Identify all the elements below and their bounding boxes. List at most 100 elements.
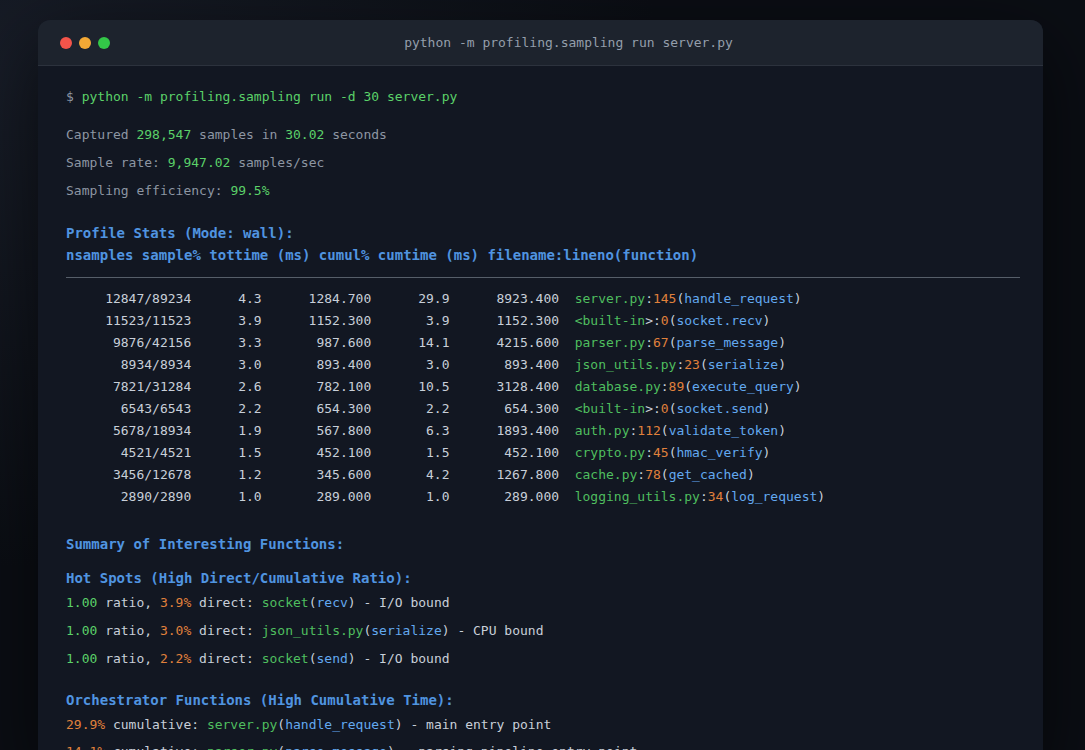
orchestrator-item: 14.1% cumulative: parser.py(parse_messag… (66, 741, 1043, 750)
orchestrator-item: 29.9% cumulative: server.py(handle_reque… (66, 714, 1043, 736)
lineno: 145 (653, 291, 676, 306)
window-title: python -m profiling.sampling run server.… (110, 35, 1027, 50)
sample-rate-line: Sample rate: 9,947.02 samples/sec (66, 152, 1043, 174)
table-row: 5678/189341.9567.8006.31893.400auth.py:1… (66, 420, 1043, 442)
cumulative-pct: 14.1% (66, 744, 105, 750)
nsamples-cell: 6543/6543 (66, 398, 191, 420)
cumtime-cell: 1152.300 (449, 310, 559, 332)
tottime-cell: 1152.300 (262, 310, 372, 332)
profile-stats-heading: Profile Stats (Mode: wall): (66, 222, 1043, 244)
cumul-pct-cell: 3.0 (371, 354, 449, 376)
direct-pct: 3.9% (160, 595, 191, 610)
table-row: 8934/89343.0893.4003.0893.400json_utils.… (66, 354, 1043, 376)
tottime-cell: 654.300 (262, 398, 372, 420)
sample-pct-cell: 1.0 (191, 486, 261, 508)
traffic-lights (60, 37, 110, 49)
tottime-cell: 345.600 (262, 464, 372, 486)
prompt: $ (66, 89, 82, 104)
cumtime-cell: 1267.800 (449, 464, 559, 486)
cumtime-cell: 8923.400 (449, 288, 559, 310)
sample-pct-cell: 3.9 (191, 310, 261, 332)
table-row: 7821/312842.6782.10010.53128.400database… (66, 376, 1043, 398)
function-name: parse_message (285, 744, 387, 750)
function-name: execute_query (692, 379, 794, 394)
direct-pct: 2.2% (160, 651, 191, 666)
ratio-value: 1.00 (66, 623, 97, 638)
nsamples-cell: 9876/42156 (66, 332, 191, 354)
cumul-pct-cell: 6.3 (371, 420, 449, 442)
cumtime-cell: 893.400 (449, 354, 559, 376)
captured-line: Captured 298,547 samples in 30.02 second… (66, 124, 1043, 146)
sample-pct-cell: 3.0 (191, 354, 261, 376)
lineno: 45 (653, 445, 669, 460)
cumul-pct-cell: 2.2 (371, 398, 449, 420)
direct-pct: 3.0% (160, 623, 191, 638)
cumtime-cell: 1893.400 (449, 420, 559, 442)
function-name: log_request (731, 489, 817, 504)
tottime-cell: 289.000 (262, 486, 372, 508)
target-name: socket (262, 595, 309, 610)
tottime-cell: 987.600 (262, 332, 372, 354)
filename: <built-in (575, 401, 645, 416)
close-button[interactable] (60, 37, 72, 49)
cumtime-cell: 654.300 (449, 398, 559, 420)
lineno: 89 (669, 379, 685, 394)
filename: json_utils.py (575, 357, 677, 372)
sample-rate-value: 9,947.02 (168, 155, 231, 170)
cumul-pct-cell: 10.5 (371, 376, 449, 398)
lineno: 78 (645, 467, 661, 482)
maximize-button[interactable] (98, 37, 110, 49)
title-bar: python -m profiling.sampling run server.… (38, 20, 1043, 66)
tottime-cell: 452.100 (262, 442, 372, 464)
target-name: json_utils.py (262, 623, 364, 638)
function-name: serialize (371, 623, 441, 638)
function-name: socket.recv (676, 313, 762, 328)
samples-count: 298,547 (136, 127, 191, 142)
table-row: 11523/115233.91152.3003.91152.300<built-… (66, 310, 1043, 332)
filename: server.py (207, 717, 277, 732)
orchestrator-heading: Orchestrator Functions (High Cumulative … (66, 689, 1043, 711)
function-name: socket.send (676, 401, 762, 416)
nsamples-cell: 5678/18934 (66, 420, 191, 442)
nsamples-cell: 3456/12678 (66, 464, 191, 486)
table-row: 2890/28901.0289.0001.0289.000logging_uti… (66, 486, 1043, 508)
capture-duration: 30.02 (285, 127, 324, 142)
command-text: python -m profiling.sampling run -d 30 s… (82, 89, 458, 104)
summary-heading: Summary of Interesting Functions: (66, 533, 1043, 555)
filename: cache.py (575, 467, 638, 482)
filename: server.py (575, 291, 645, 306)
table-row: 3456/126781.2345.6004.21267.800cache.py:… (66, 464, 1043, 486)
table-columns-header: nsamples sample% tottime (ms) cumul% cum… (66, 244, 1043, 266)
filename: parser.py (575, 335, 645, 350)
function-name: recv (317, 595, 348, 610)
tottime-cell: 1284.700 (262, 288, 372, 310)
target-name: socket (262, 651, 309, 666)
nsamples-cell: 2890/2890 (66, 486, 191, 508)
sample-pct-cell: 2.6 (191, 376, 261, 398)
cumul-pct-cell: 1.0 (371, 486, 449, 508)
cumtime-cell: 3128.400 (449, 376, 559, 398)
lineno: 34 (708, 489, 724, 504)
minimize-button[interactable] (79, 37, 91, 49)
cumtime-cell: 4215.600 (449, 332, 559, 354)
sample-pct-cell: 2.2 (191, 398, 261, 420)
lineno: 0 (661, 401, 669, 416)
nsamples-cell: 4521/4521 (66, 442, 191, 464)
function-name: serialize (708, 357, 778, 372)
ratio-value: 1.00 (66, 595, 97, 610)
filename: parser.py (207, 744, 277, 750)
table-row: 6543/65432.2654.3002.2654.300<built-in>:… (66, 398, 1043, 420)
nsamples-cell: 11523/11523 (66, 310, 191, 332)
separator-rule (66, 277, 1020, 278)
filename: database.py (575, 379, 661, 394)
hot-spot-item: 1.00 ratio, 3.9% direct: socket(recv) - … (66, 592, 1043, 614)
filename: crypto.py (575, 445, 645, 460)
function-name: get_cached (669, 467, 747, 482)
hot-spot-item: 1.00 ratio, 3.0% direct: json_utils.py(s… (66, 620, 1043, 642)
function-name: parse_message (676, 335, 778, 350)
function-name: handle_request (285, 717, 395, 732)
function-name: send (317, 651, 348, 666)
nsamples-cell: 7821/31284 (66, 376, 191, 398)
sample-pct-cell: 1.9 (191, 420, 261, 442)
table-row: 12847/892344.31284.70029.98923.400server… (66, 288, 1043, 310)
